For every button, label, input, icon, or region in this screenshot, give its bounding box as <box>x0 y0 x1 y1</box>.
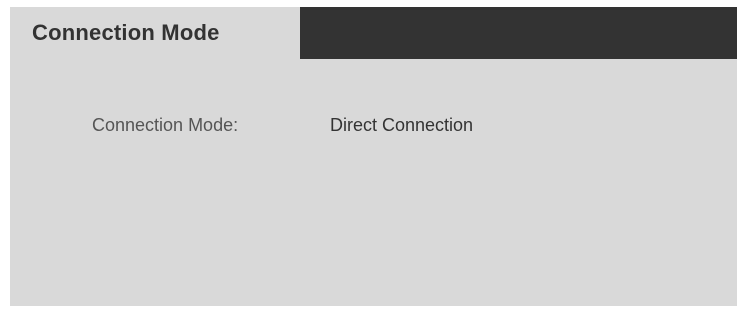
connection-mode-label: Connection Mode: <box>92 115 239 135</box>
tab-title: Connection Mode <box>32 20 220 45</box>
connection-mode-panel: Connection Mode Connection Mode: Direct … <box>10 7 737 306</box>
connection-mode-row: Connection Mode: Direct Connection <box>10 110 737 140</box>
tab-connection-mode[interactable]: Connection Mode <box>10 7 300 59</box>
connection-mode-value: Direct Connection <box>330 115 474 135</box>
